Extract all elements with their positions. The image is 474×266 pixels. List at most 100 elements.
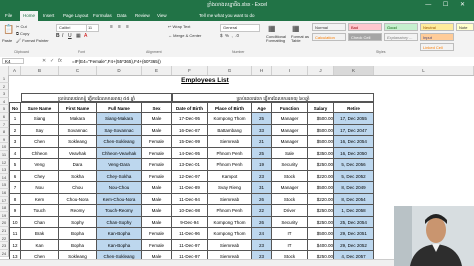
table-cell[interactable]: 33 (252, 124, 272, 136)
table-cell[interactable]: Chen (21, 136, 59, 148)
table-cell[interactable]: 31 (252, 182, 272, 194)
table-cell[interactable]: Siang (21, 113, 59, 125)
table-cell[interactable]: Phnom Penh (208, 159, 252, 171)
table-cell[interactable]: Bopha (59, 228, 97, 240)
table-cell[interactable]: Kompong Thom (208, 113, 252, 125)
row-header[interactable]: 8 (0, 128, 9, 136)
row-header[interactable]: 19 (0, 211, 9, 220)
row-header[interactable]: 11 (0, 151, 9, 159)
table-cell[interactable]: 11-Dec-96 (172, 228, 208, 240)
table-cell[interactable]: 7 (9, 182, 21, 194)
paste-icon[interactable]: 📋 (3, 24, 14, 35)
table-cell[interactable]: 19 (252, 159, 272, 171)
style-input[interactable]: Input (420, 33, 454, 41)
table-cell[interactable]: Kampot (208, 170, 252, 182)
column-header[interactable]: B (21, 66, 59, 75)
table-cell[interactable]: 8, Dec 2049 (334, 182, 374, 194)
table-cell[interactable]: Chen-Sokleang (97, 136, 142, 148)
row-header[interactable]: 13 (0, 166, 9, 174)
table-cell[interactable]: Male (142, 124, 172, 136)
table-cell[interactable]: 12-Dec-97 (172, 170, 208, 182)
font-size-select[interactable]: 11 (86, 24, 99, 32)
table-cell[interactable]: $250.00 (308, 205, 334, 217)
table-cell[interactable]: Sokha (59, 170, 97, 182)
row-header[interactable]: 14 (0, 173, 9, 182)
row-header[interactable]: 16 (0, 189, 9, 197)
table-cell[interactable]: Female (142, 159, 172, 171)
table-cell[interactable]: 1, Dec 2058 (334, 205, 374, 217)
row-header[interactable]: 5 (0, 105, 9, 113)
table-cell[interactable]: Chheon-Veavhak (97, 147, 142, 159)
table-cell[interactable]: Chou (59, 182, 97, 194)
table-cell[interactable]: Male (142, 205, 172, 217)
table-cell[interactable]: Siang-Makara (97, 113, 142, 125)
tab-data[interactable]: Data (114, 11, 130, 21)
row-header[interactable]: 24 (0, 249, 9, 258)
table-cell[interactable]: Chey (21, 170, 59, 182)
style-linked-cell[interactable]: Linked Cell (420, 43, 454, 51)
align-top-icon[interactable]: ≡ (110, 24, 113, 30)
underline-button[interactable]: U (68, 33, 72, 39)
borders-icon[interactable]: ▦ (76, 33, 81, 39)
table-cell[interactable]: Nou-Chou (97, 182, 142, 194)
khmer-note-left[interactable]: ប្រាប់ពេលវេលាខ្ញុំ ធ្វើការដែលមានអាយុ ៥៥ … (21, 93, 172, 102)
table-cell[interactable]: 17, Dec 2055 (334, 113, 374, 125)
row-header[interactable]: 2 (0, 82, 9, 91)
table-header-cell[interactable]: Retire (334, 102, 374, 113)
style-good[interactable]: Good (384, 23, 418, 31)
column-header[interactable]: G (208, 66, 252, 75)
table-cell[interactable]: 25 (252, 113, 272, 125)
format-painter-button[interactable]: 🖌 Format Painter (16, 38, 49, 43)
column-header[interactable]: A (9, 66, 21, 75)
format-as-table-icon[interactable]: ▦ (292, 24, 300, 33)
table-cell[interactable]: Kan-Bopha (97, 228, 142, 240)
table-cell[interactable]: Stock (272, 193, 308, 205)
sheet-title[interactable]: Employees List (155, 77, 255, 84)
italic-button[interactable]: I (62, 33, 63, 39)
column-header-selected[interactable]: K (334, 66, 374, 75)
table-cell[interactable]: $500.00 (308, 136, 334, 148)
table-cell[interactable]: 25 (252, 147, 272, 159)
table-header-cell[interactable]: Age (252, 102, 272, 113)
tab-view[interactable]: View (154, 11, 170, 21)
khmer-note-right[interactable]: ប្រាប់ពេលវេលា ធ្វើការដែលមានអាយុ ៦០ឆ្នាំ (172, 93, 374, 102)
table-header-cell[interactable]: First Name (59, 102, 97, 113)
font-color-icon[interactable]: A (84, 33, 87, 39)
table-cell[interactable]: Touch (21, 205, 59, 217)
table-cell[interactable]: Kan (21, 239, 59, 251)
table-cell[interactable]: Siemreab (208, 193, 252, 205)
conditional-formatting-icon[interactable]: ▦ (268, 24, 276, 33)
table-cell[interactable]: Female (142, 136, 172, 148)
row-header[interactable]: 17 (0, 196, 9, 205)
table-cell[interactable]: 9-Dec-94 (172, 216, 208, 228)
table-cell[interactable]: Say (21, 124, 59, 136)
table-cell[interactable]: 3 (9, 136, 21, 148)
table-cell[interactable]: 22 (252, 205, 272, 217)
table-cell[interactable]: Dara (59, 159, 97, 171)
name-box[interactable]: K4 (2, 58, 24, 64)
wrap-text-button[interactable]: ↩ Wrap Text (168, 24, 190, 29)
row-header[interactable]: 12 (0, 158, 9, 167)
table-cell[interactable]: Bopha (59, 239, 97, 251)
table-cell[interactable]: Battambang (208, 124, 252, 136)
table-cell[interactable]: Phnom Penh (208, 147, 252, 159)
table-cell[interactable]: 2 (9, 124, 21, 136)
table-cell[interactable]: 9 (9, 205, 21, 217)
table-cell[interactable]: Sovannac (59, 124, 97, 136)
table-cell[interactable]: $500.00 (308, 124, 334, 136)
table-cell[interactable]: 11-Dec-97 (172, 239, 208, 251)
table-cell[interactable]: 15-Dec-99 (172, 136, 208, 148)
tab-insert[interactable]: Insert (40, 11, 57, 21)
table-cell[interactable]: Kem-Chou-Nora (97, 193, 142, 205)
table-cell[interactable]: 24 (252, 228, 272, 240)
table-cell[interactable]: $250.00 (308, 216, 334, 228)
table-cell[interactable]: 10 (9, 216, 21, 228)
table-cell[interactable]: $400.00 (308, 239, 334, 251)
row-header[interactable]: 21 (0, 227, 9, 235)
align-middle-icon[interactable]: ≡ (118, 24, 121, 30)
table-cell[interactable]: Female (142, 147, 172, 159)
table-cell[interactable]: Driver (272, 205, 308, 217)
table-cell[interactable]: 26 (252, 193, 272, 205)
table-cell[interactable]: 11-Dec-89 (172, 182, 208, 194)
style-neutral[interactable]: Neutral (420, 23, 454, 31)
